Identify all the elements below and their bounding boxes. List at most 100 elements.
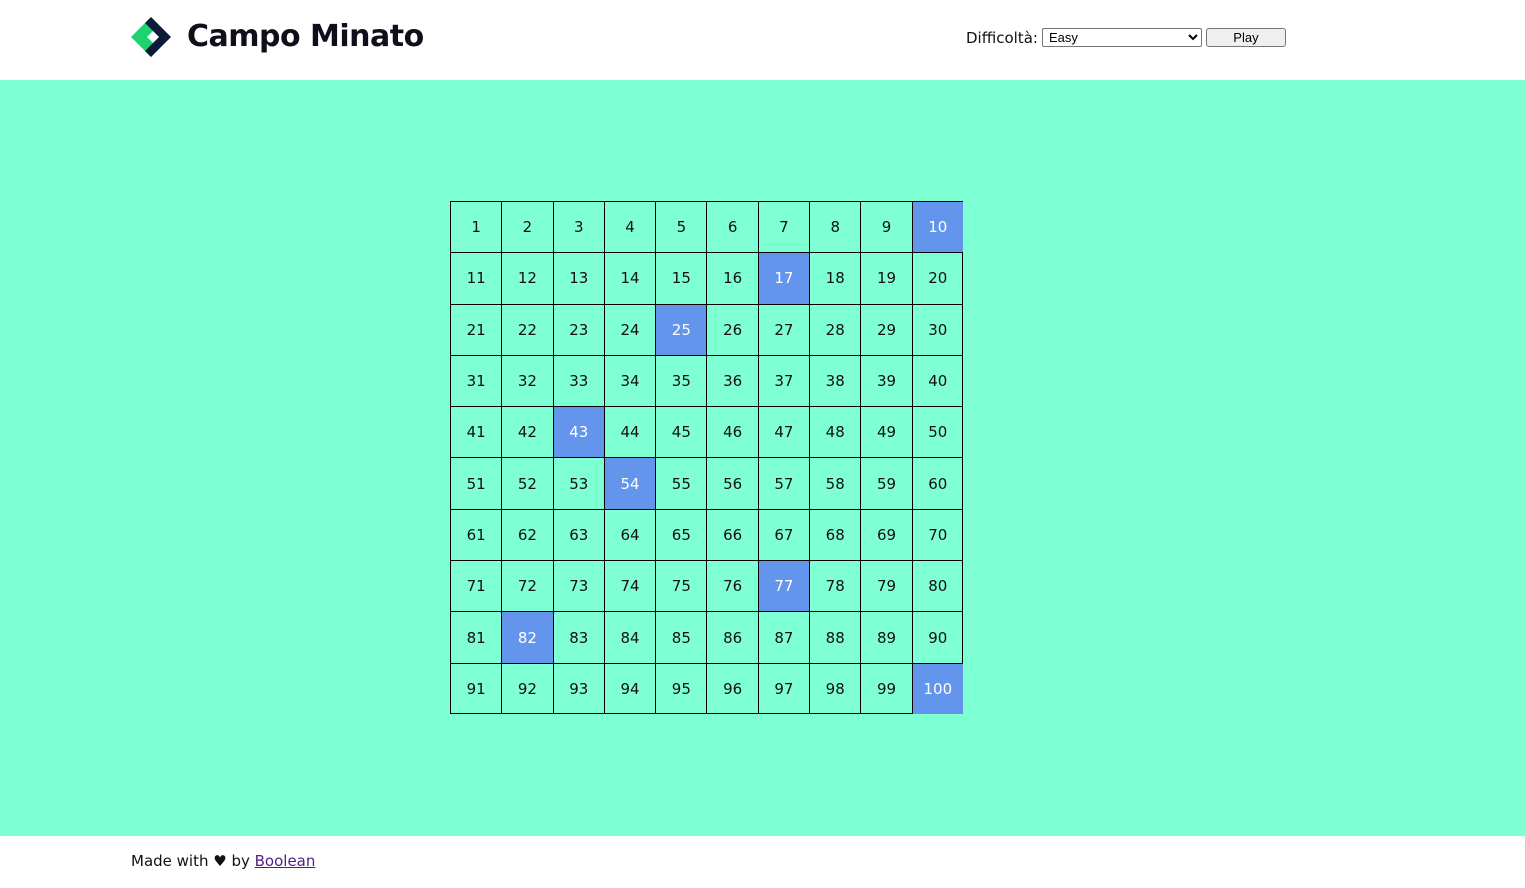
grid-cell-46[interactable]: 46	[706, 406, 758, 458]
grid-cell-68[interactable]: 68	[809, 508, 861, 561]
grid-cell-85[interactable]: 85	[655, 611, 707, 663]
grid-cell-83[interactable]: 83	[552, 611, 604, 663]
grid-cell-33[interactable]: 33	[552, 354, 604, 407]
grid-cell-71[interactable]: 71	[450, 560, 502, 612]
grid-cell-16[interactable]: 16	[706, 252, 758, 304]
grid-cell-26[interactable]: 26	[706, 303, 758, 355]
grid-cell-11[interactable]: 11	[450, 252, 502, 304]
grid-cell-45[interactable]: 45	[655, 406, 707, 458]
grid-cell-20[interactable]: 20	[911, 252, 963, 304]
grid-cell-92[interactable]: 92	[501, 662, 553, 714]
grid-cell-61[interactable]: 61	[450, 508, 502, 561]
grid-cell-73[interactable]: 73	[552, 560, 604, 612]
grid-cell-13[interactable]: 13	[552, 252, 604, 304]
grid-cell-54[interactable]: 54	[603, 457, 656, 509]
grid-cell-38[interactable]: 38	[809, 354, 861, 407]
grid-cell-70[interactable]: 70	[911, 508, 963, 561]
grid-cell-77[interactable]: 77	[757, 560, 810, 612]
grid-cell-49[interactable]: 49	[860, 406, 912, 458]
grid-cell-55[interactable]: 55	[655, 457, 707, 509]
grid-cell-95[interactable]: 95	[655, 662, 707, 714]
grid-cell-72[interactable]: 72	[501, 560, 553, 612]
grid-cell-42[interactable]: 42	[501, 406, 553, 458]
grid-cell-53[interactable]: 53	[552, 457, 604, 509]
grid-cell-23[interactable]: 23	[552, 303, 604, 355]
grid-cell-94[interactable]: 94	[603, 662, 656, 714]
grid-cell-1[interactable]: 1	[450, 201, 502, 253]
grid-cell-2[interactable]: 2	[501, 201, 553, 253]
grid-cell-36[interactable]: 36	[706, 354, 758, 407]
grid-cell-32[interactable]: 32	[501, 354, 553, 407]
grid-cell-15[interactable]: 15	[655, 252, 707, 304]
grid-cell-48[interactable]: 48	[809, 406, 861, 458]
grid-cell-93[interactable]: 93	[552, 662, 604, 714]
grid-cell-69[interactable]: 69	[860, 508, 912, 561]
boolean-link[interactable]: Boolean	[255, 852, 316, 870]
grid-cell-9[interactable]: 9	[860, 201, 912, 253]
grid-cell-41[interactable]: 41	[450, 406, 502, 458]
grid-cell-44[interactable]: 44	[603, 406, 656, 458]
grid-cell-17[interactable]: 17	[757, 252, 810, 304]
difficulty-select[interactable]: Easy	[1041, 28, 1202, 47]
grid-cell-88[interactable]: 88	[809, 611, 861, 663]
grid-cell-64[interactable]: 64	[603, 508, 656, 561]
grid-cell-22[interactable]: 22	[501, 303, 553, 355]
grid-cell-62[interactable]: 62	[501, 508, 553, 561]
grid-cell-6[interactable]: 6	[706, 201, 758, 253]
grid-cell-31[interactable]: 31	[450, 354, 502, 407]
grid-cell-99[interactable]: 99	[860, 662, 912, 714]
grid-cell-8[interactable]: 8	[809, 201, 861, 253]
grid-cell-4[interactable]: 4	[603, 201, 656, 253]
grid-cell-65[interactable]: 65	[655, 508, 707, 561]
grid-cell-79[interactable]: 79	[860, 560, 912, 612]
grid-cell-87[interactable]: 87	[757, 611, 810, 663]
grid-cell-97[interactable]: 97	[757, 662, 810, 714]
grid-cell-47[interactable]: 47	[757, 406, 810, 458]
grid-cell-43[interactable]: 43	[552, 406, 604, 458]
grid-cell-63[interactable]: 63	[552, 508, 604, 561]
grid-cell-25[interactable]: 25	[655, 303, 707, 355]
grid-cell-89[interactable]: 89	[860, 611, 912, 663]
grid-cell-19[interactable]: 19	[860, 252, 912, 304]
grid-cell-67[interactable]: 67	[757, 508, 810, 561]
grid-cell-29[interactable]: 29	[860, 303, 912, 355]
grid-cell-37[interactable]: 37	[757, 354, 810, 407]
grid-cell-12[interactable]: 12	[501, 252, 553, 304]
grid-cell-51[interactable]: 51	[450, 457, 502, 509]
grid-cell-27[interactable]: 27	[757, 303, 810, 355]
grid-cell-7[interactable]: 7	[757, 201, 810, 253]
grid-cell-82[interactable]: 82	[501, 611, 553, 663]
grid-cell-28[interactable]: 28	[809, 303, 861, 355]
grid-cell-80[interactable]: 80	[911, 560, 963, 612]
grid-cell-14[interactable]: 14	[603, 252, 656, 304]
grid-cell-84[interactable]: 84	[603, 611, 656, 663]
grid-cell-81[interactable]: 81	[450, 611, 502, 663]
grid-cell-34[interactable]: 34	[603, 354, 656, 407]
grid-cell-24[interactable]: 24	[603, 303, 656, 355]
grid-cell-58[interactable]: 58	[809, 457, 861, 509]
grid-cell-50[interactable]: 50	[911, 406, 963, 458]
grid-cell-57[interactable]: 57	[757, 457, 810, 509]
grid-cell-74[interactable]: 74	[603, 560, 656, 612]
grid-cell-39[interactable]: 39	[860, 354, 912, 407]
grid-cell-78[interactable]: 78	[809, 560, 861, 612]
grid-cell-60[interactable]: 60	[911, 457, 963, 509]
grid-cell-40[interactable]: 40	[911, 354, 963, 407]
grid-cell-98[interactable]: 98	[809, 662, 861, 714]
grid-cell-3[interactable]: 3	[552, 201, 604, 253]
grid-cell-75[interactable]: 75	[655, 560, 707, 612]
play-button[interactable]: Play	[1205, 28, 1286, 47]
grid-cell-21[interactable]: 21	[450, 303, 502, 355]
grid-cell-91[interactable]: 91	[450, 662, 502, 714]
grid-cell-59[interactable]: 59	[860, 457, 912, 509]
grid-cell-100[interactable]: 100	[911, 662, 963, 714]
grid-cell-35[interactable]: 35	[655, 354, 707, 407]
grid-cell-30[interactable]: 30	[911, 303, 963, 355]
grid-cell-90[interactable]: 90	[911, 611, 963, 663]
grid-cell-76[interactable]: 76	[706, 560, 758, 612]
grid-cell-5[interactable]: 5	[655, 201, 707, 253]
grid-cell-86[interactable]: 86	[706, 611, 758, 663]
grid-cell-56[interactable]: 56	[706, 457, 758, 509]
grid-cell-10[interactable]: 10	[911, 201, 963, 253]
grid-cell-96[interactable]: 96	[706, 662, 758, 714]
